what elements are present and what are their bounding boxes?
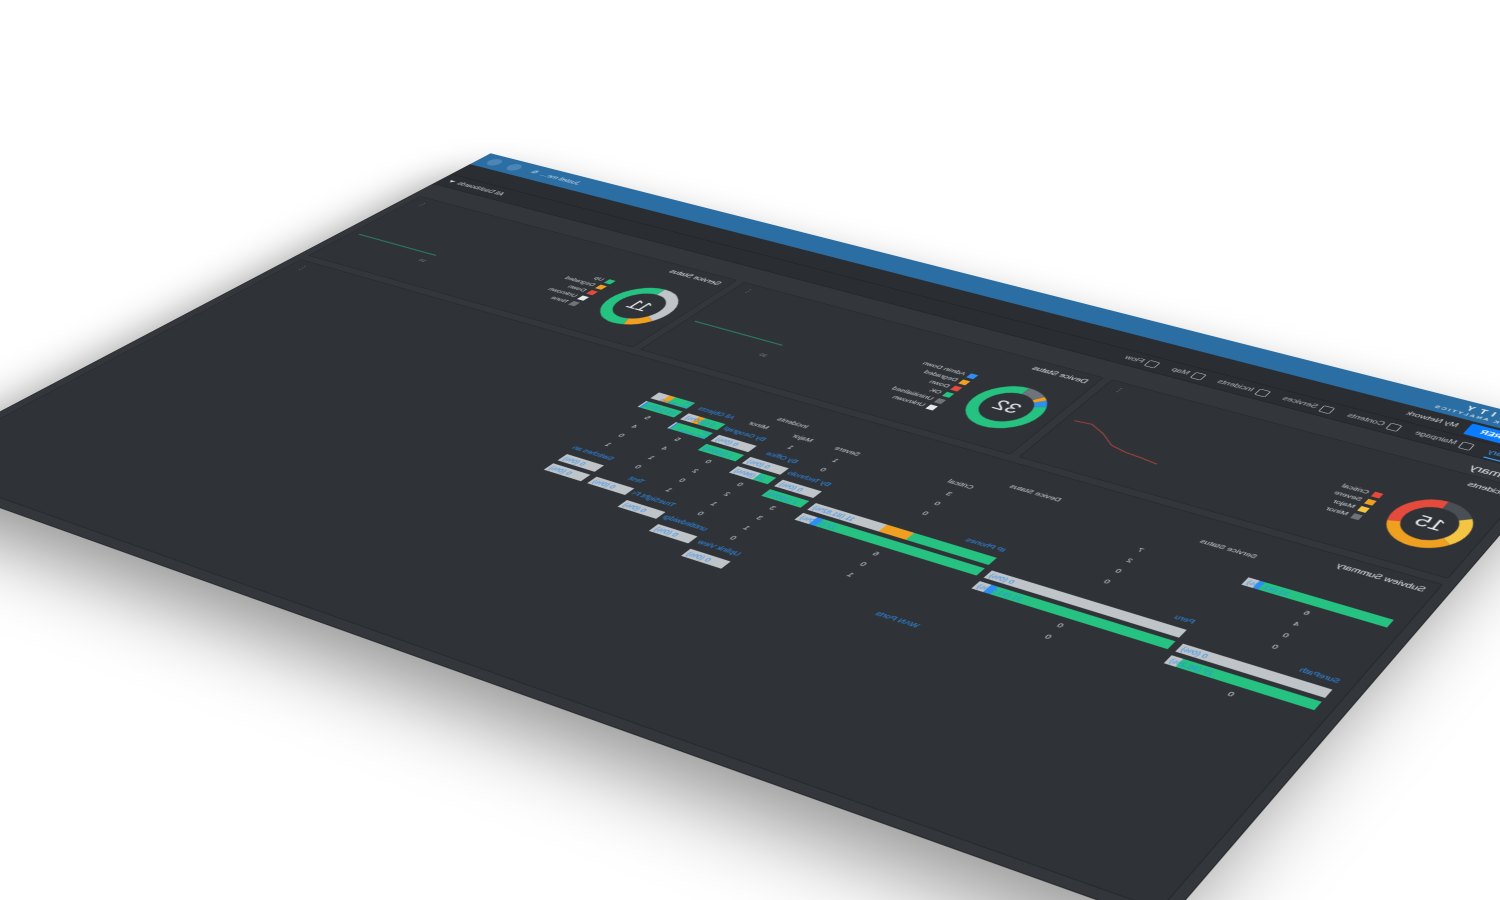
user-avatar[interactable] [483, 158, 505, 167]
dashboard-window: ENTUITY NETWORK ANALYTICS Justell me… 🔍 … [0, 153, 1500, 900]
help-icon[interactable] [503, 163, 525, 172]
svg-text:30: 30 [757, 352, 769, 357]
flow-icon [1144, 360, 1161, 368]
bell-icon [1254, 388, 1271, 397]
list-icon [1385, 423, 1402, 432]
service-sparkline: 10 [346, 220, 463, 263]
panel-menu-icon[interactable]: ⋮ [739, 288, 756, 296]
panel-menu-icon[interactable]: ⋮ [1109, 386, 1126, 395]
page-icon [1458, 441, 1475, 450]
svg-text:10: 10 [417, 258, 429, 263]
incidents-donut: 15 [1365, 488, 1495, 560]
panel-menu-icon[interactable]: ⋮ [293, 265, 311, 272]
incidents-legend: Critical Severe Major Minor [1318, 483, 1384, 521]
map-icon [1190, 372, 1207, 380]
gear-icon [1318, 405, 1335, 414]
panel-menu-icon[interactable]: ⋮ [413, 201, 430, 208]
device-sparkline: 30 [676, 309, 801, 358]
incidents-sparkline [1054, 410, 1187, 466]
incidents-total: 15 [1365, 488, 1495, 560]
chevron-down-icon [448, 180, 456, 183]
